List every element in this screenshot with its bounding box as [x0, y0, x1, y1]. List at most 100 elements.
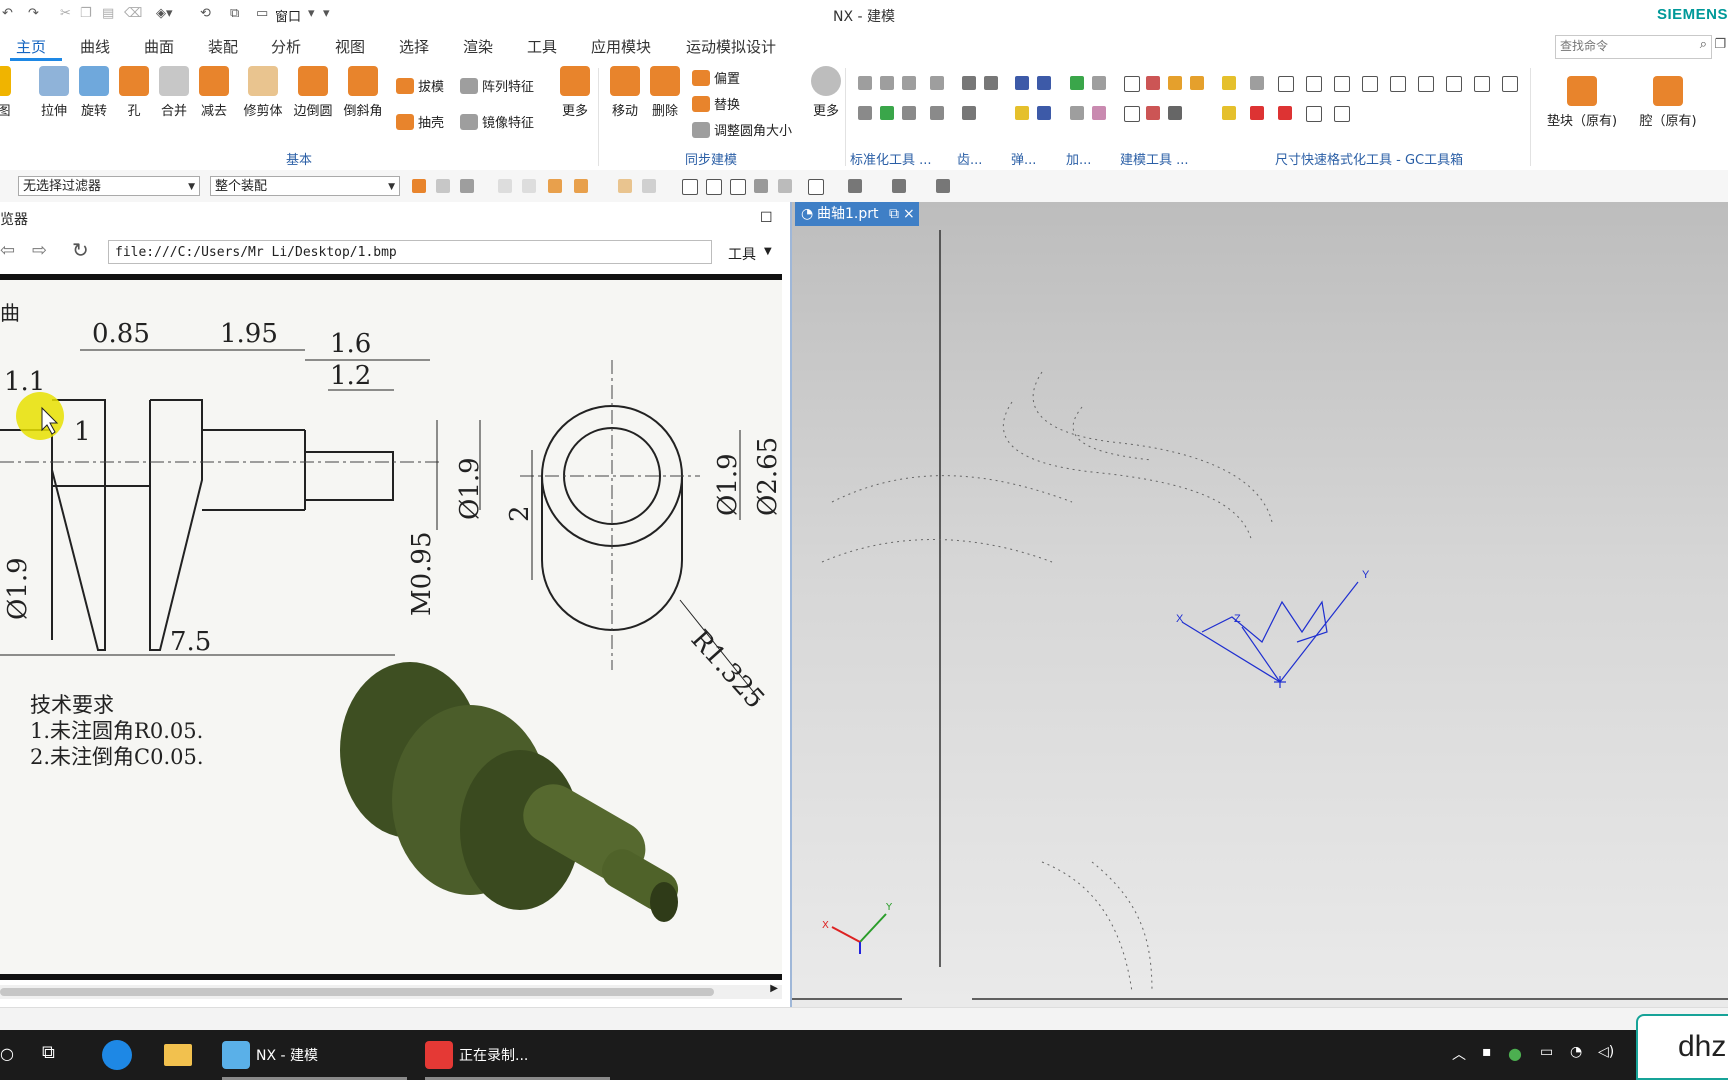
gc-tool-icon[interactable] — [1278, 76, 1294, 92]
filter-icon[interactable] — [498, 179, 512, 193]
standard-tool-icon[interactable] — [880, 76, 894, 90]
modeling-tool-icon[interactable] — [1146, 106, 1160, 120]
modeling-tool-icon[interactable] — [1190, 76, 1204, 90]
file-explorer-icon[interactable] — [164, 1044, 192, 1066]
tab-home[interactable]: 主页 — [16, 36, 46, 57]
spring-tool-icon[interactable] — [1015, 106, 1029, 120]
more-sync-button[interactable]: 更多 — [806, 66, 846, 119]
maximize-icon[interactable]: ☐ — [760, 210, 773, 226]
shell-button[interactable]: 抽壳 — [396, 112, 444, 131]
wifi-icon[interactable]: ◔ — [1570, 1044, 1582, 1060]
machining-tool-icon[interactable] — [1070, 106, 1084, 120]
task-view-icon[interactable]: ⧉ — [42, 1042, 55, 1063]
delete-face-button[interactable]: 删除 — [645, 66, 685, 119]
edge-blend-button[interactable]: 边倒圆 — [288, 66, 338, 119]
tab-analysis[interactable]: 分析 — [271, 36, 301, 57]
move-face-button[interactable]: 移动 — [605, 66, 645, 119]
gear-tool-icon[interactable] — [962, 106, 976, 120]
more-basic-button[interactable]: 更多 — [555, 66, 595, 119]
restore-window-icon[interactable]: ❐ — [1714, 37, 1726, 52]
select-face-icon[interactable] — [436, 179, 450, 193]
fit-view-icon[interactable] — [682, 179, 698, 195]
machining-tool-icon[interactable] — [1092, 106, 1106, 120]
snap-icon[interactable] — [574, 179, 588, 193]
replace-face-button[interactable]: 替换 — [692, 94, 740, 113]
trim-body-button[interactable]: 修剪体 — [238, 66, 288, 119]
tab-render[interactable]: 渲染 — [463, 36, 493, 57]
search-input[interactable] — [1556, 36, 1689, 56]
search-icon[interactable]: ⌕ — [1700, 37, 1707, 52]
standard-tool-icon[interactable] — [858, 76, 872, 90]
modeling-tool-icon[interactable] — [1168, 76, 1182, 90]
group-spring[interactable]: 弹... — [1011, 149, 1036, 168]
spring-tool-icon[interactable] — [1037, 76, 1051, 90]
selection-scope-select[interactable]: 整个装配 ▼ — [210, 176, 400, 196]
wechat-icon[interactable]: ● — [1508, 1044, 1522, 1063]
tab-motion-simulation[interactable]: 运动模拟设计 — [686, 36, 776, 57]
machining-tool-icon[interactable] — [1070, 76, 1084, 90]
graphics-window[interactable]: X Y Z X Y — [790, 202, 1728, 1007]
taskbar-app-nx[interactable]: NX - 建模 — [222, 1030, 407, 1080]
rotate-icon[interactable] — [754, 179, 768, 193]
draft-button[interactable]: 拔模 — [396, 76, 444, 95]
filter-icon[interactable] — [522, 179, 536, 193]
type-filter-select[interactable]: 无选择过滤器 ▼ — [18, 176, 200, 196]
app-tray-icon[interactable]: ▪ — [1482, 1044, 1492, 1060]
subtract-button[interactable]: 减去 — [194, 66, 234, 119]
modeling-tool-icon[interactable] — [1124, 76, 1140, 92]
back-icon[interactable]: ⇦ — [0, 240, 15, 261]
layer-icon[interactable] — [936, 179, 950, 193]
tab-select[interactable]: 选择 — [399, 36, 429, 57]
extrude-button[interactable]: 拉伸 — [34, 66, 74, 119]
part-file-tab[interactable]: ◔ 曲轴1.prt ⧉ × — [795, 202, 919, 226]
search-icon[interactable]: ○ — [0, 1044, 14, 1063]
gc-tool-icon[interactable] — [1474, 76, 1490, 92]
group-standardization-tools[interactable]: 标准化工具 ... — [850, 149, 932, 168]
gear-tool-icon[interactable] — [962, 76, 976, 90]
gc-tool-icon[interactable] — [1334, 106, 1350, 122]
tools-menu[interactable]: 工具 — [728, 244, 756, 264]
gc-tool-icon[interactable] — [1390, 76, 1406, 92]
standard-tool-icon[interactable] — [930, 76, 944, 90]
standard-tool-icon[interactable] — [930, 106, 944, 120]
modeling-tool-icon[interactable] — [1146, 76, 1160, 90]
tab-curve[interactable]: 曲线 — [80, 36, 110, 57]
chamfer-button[interactable]: 倒斜角 — [338, 66, 388, 119]
command-search[interactable]: ⌕ — [1555, 35, 1712, 59]
group-machining[interactable]: 加... — [1066, 149, 1091, 168]
refresh-icon[interactable]: ↻ — [72, 238, 89, 262]
standard-tool-icon[interactable] — [902, 106, 916, 120]
pan-icon[interactable] — [730, 179, 746, 195]
select-body-icon[interactable] — [460, 179, 474, 193]
scroll-right-icon[interactable]: ▶ — [770, 983, 778, 994]
chevron-up-icon[interactable]: ︿ — [1452, 1044, 1466, 1064]
gc-tool-icon[interactable] — [1250, 76, 1264, 90]
gear-tool-icon[interactable] — [984, 76, 998, 90]
tab-view[interactable]: 视图 — [335, 36, 365, 57]
offset-region-button[interactable]: 偏置 — [692, 68, 740, 87]
tab-assembly[interactable]: 装配 — [208, 36, 238, 57]
gc-tool-icon[interactable] — [1306, 106, 1322, 122]
tab-applications[interactable]: 应用模块 — [591, 36, 651, 57]
machining-tool-icon[interactable] — [1092, 76, 1106, 90]
modeling-tool-icon[interactable] — [1124, 106, 1140, 122]
unite-button[interactable]: 合并 — [154, 66, 194, 119]
show-hide-icon[interactable] — [618, 179, 632, 193]
standard-tool-icon[interactable] — [880, 106, 894, 120]
render-style-icon[interactable] — [892, 179, 906, 193]
gc-tool-icon[interactable] — [1278, 106, 1292, 120]
gc-tool-icon[interactable] — [1250, 106, 1264, 120]
orient-view-icon[interactable] — [778, 179, 792, 193]
horizontal-scrollbar[interactable]: ▶ — [0, 983, 782, 999]
spring-tool-icon[interactable] — [1015, 76, 1029, 90]
pattern-feature-button[interactable]: 阵列特征 — [460, 76, 534, 95]
spring-tool-icon[interactable] — [1037, 106, 1051, 120]
tools-chevron-icon[interactable]: ▼ — [764, 246, 772, 257]
gc-tool-icon[interactable] — [1446, 76, 1462, 92]
gc-tool-icon[interactable] — [1502, 76, 1518, 92]
standard-tool-icon[interactable] — [858, 106, 872, 120]
pin-icon[interactable]: ⧉ — [889, 202, 899, 226]
gc-tool-icon[interactable] — [1306, 76, 1322, 92]
volume-icon[interactable]: ◁) — [1598, 1044, 1614, 1060]
show-hide-icon[interactable] — [642, 179, 656, 193]
